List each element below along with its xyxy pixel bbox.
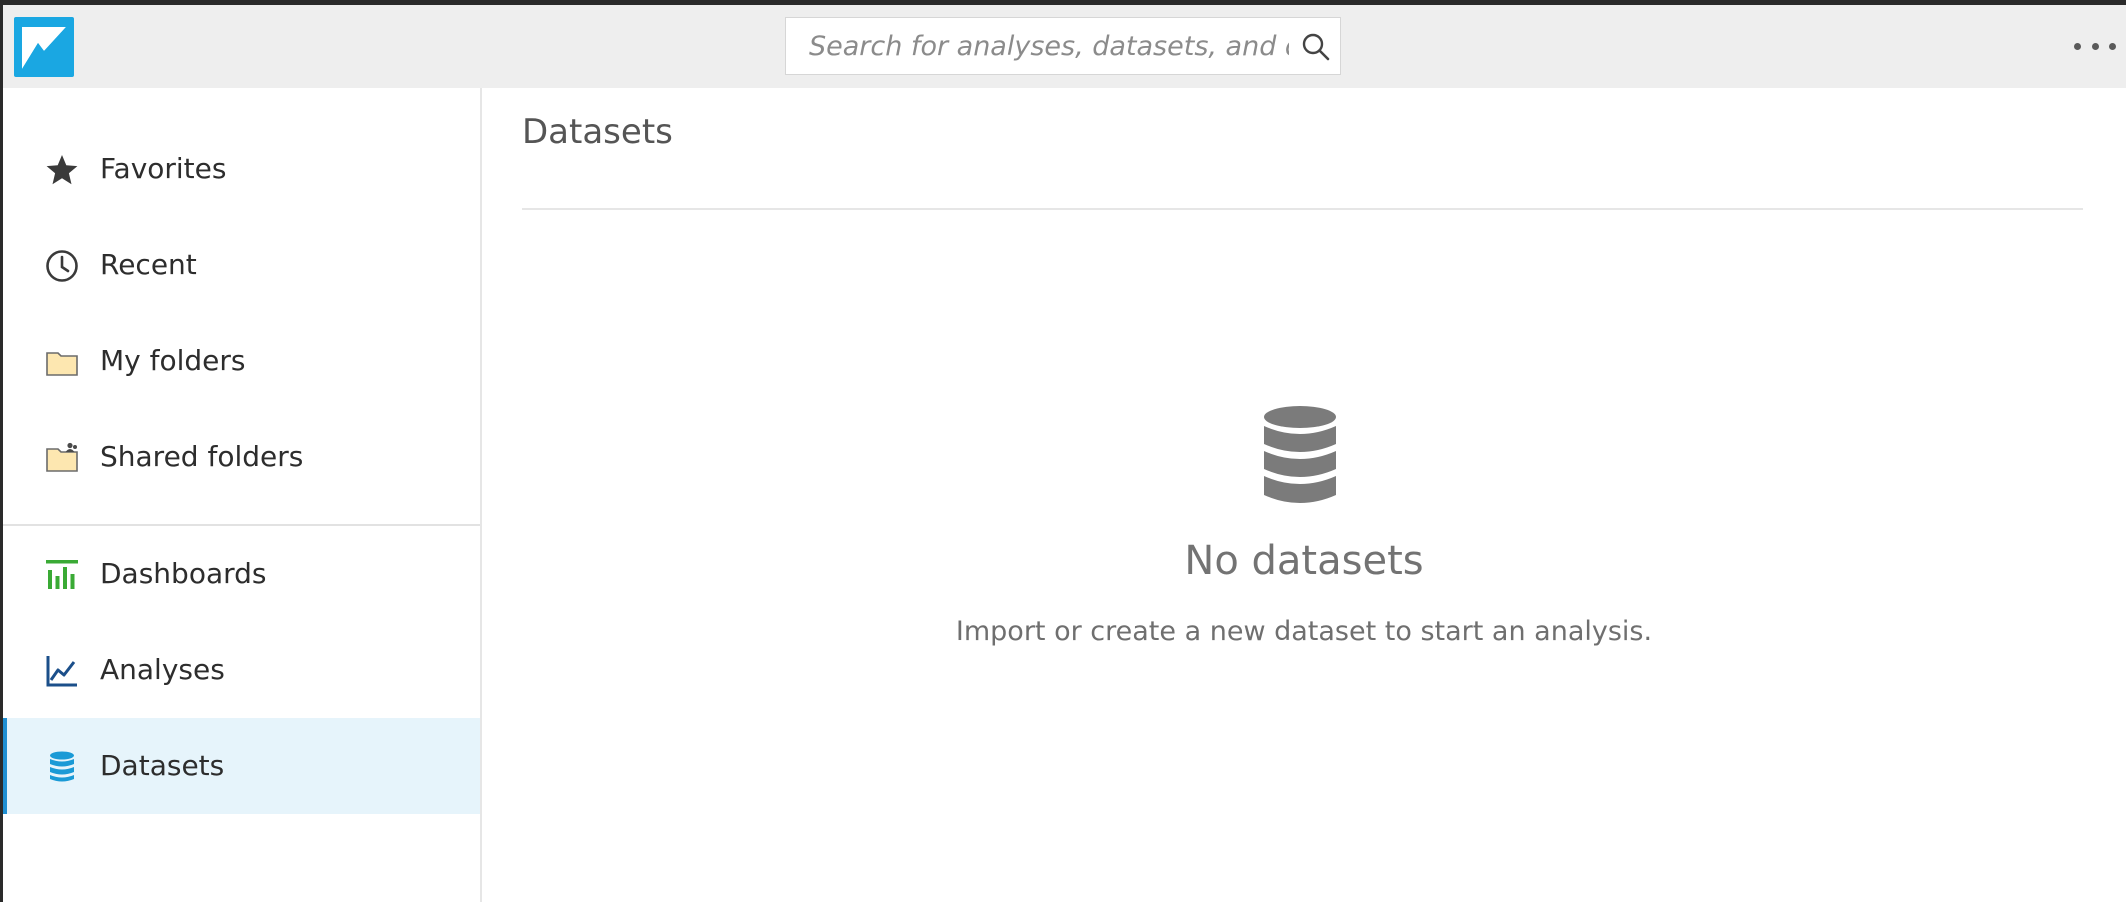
sidebar-item-label: Analyses: [100, 653, 225, 686]
star-icon: [45, 153, 79, 187]
top-bar: [3, 5, 2126, 88]
clock-icon: [45, 249, 79, 283]
folder-icon: [45, 345, 79, 379]
sidebar-item-shared-folders[interactable]: Shared folders: [3, 409, 480, 505]
search-input[interactable]: [786, 18, 1289, 74]
sidebar-item-analyses[interactable]: Analyses: [3, 622, 480, 718]
dashboard-icon: [45, 558, 79, 592]
sidebar: Favorites Recent My folders Shared folde…: [3, 88, 482, 902]
sidebar-item-label: Dashboards: [100, 557, 267, 590]
database-icon: [45, 750, 79, 784]
sidebar-item-label: Datasets: [100, 749, 225, 782]
sidebar-item-label: My folders: [100, 344, 246, 377]
analysis-chart-icon: [45, 654, 79, 688]
sidebar-item-recent[interactable]: Recent: [3, 217, 480, 313]
sidebar-item-label: Shared folders: [100, 440, 304, 473]
more-horizontal-icon[interactable]: [2074, 31, 2116, 61]
quicksight-logo-icon[interactable]: [14, 17, 74, 77]
more-dot: [2074, 42, 2081, 50]
database-icon: [1263, 406, 1337, 507]
shared-folder-icon: [45, 441, 79, 475]
more-dot: [2109, 42, 2116, 50]
sidebar-item-favorites[interactable]: Favorites: [3, 121, 480, 217]
more-dot: [2091, 42, 2099, 50]
empty-state-message: Import or create a new dataset to start …: [955, 616, 1653, 647]
empty-state-title: No datasets: [1184, 538, 1424, 584]
sidebar-item-label: Favorites: [100, 152, 227, 185]
search-box: [785, 17, 1341, 75]
search-icon[interactable]: [1301, 32, 1331, 62]
app-window: Favorites Recent My folders: [3, 5, 2126, 902]
sidebar-item-my-folders[interactable]: My folders: [3, 313, 480, 409]
page-title: Datasets: [522, 112, 673, 152]
title-divider: [522, 208, 2083, 210]
sidebar-item-label: Recent: [100, 248, 197, 281]
sidebar-item-datasets[interactable]: Datasets: [3, 718, 480, 814]
sidebar-item-dashboards[interactable]: Dashboards: [3, 526, 480, 622]
main-content: Datasets No datasets Import or create a …: [482, 88, 2126, 902]
